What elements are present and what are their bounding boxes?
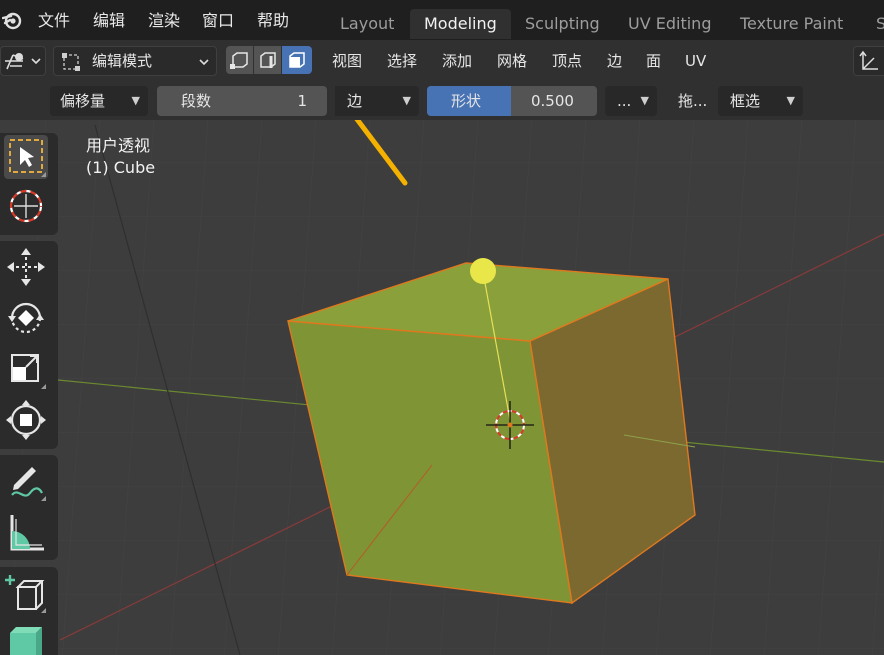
- more-label: ...: [617, 92, 632, 110]
- tab-sculpting[interactable]: Sculpting: [511, 9, 614, 39]
- chevron-down-icon: ▼: [640, 94, 649, 107]
- menu-window[interactable]: 窗口: [202, 0, 234, 40]
- move-tool[interactable]: [4, 245, 48, 289]
- vertex-select-button[interactable]: [226, 46, 253, 74]
- rotate-tool[interactable]: [4, 296, 48, 340]
- orientation-icon: [859, 50, 878, 70]
- view-name-label: 用户透视: [86, 136, 151, 155]
- rotate-icon: [8, 302, 44, 334]
- extrude-tool[interactable]: [4, 623, 48, 655]
- menu-uv[interactable]: UV: [685, 40, 706, 82]
- affect-dropdown[interactable]: 边 ▼: [335, 86, 419, 116]
- annotate-tool[interactable]: [4, 459, 48, 503]
- segments-value: 1: [297, 92, 307, 110]
- profile-label: 形状: [451, 92, 482, 110]
- toolbar-transform-group: [0, 241, 58, 449]
- drag-label[interactable]: 拖...: [678, 86, 707, 116]
- move-icon: [7, 248, 45, 286]
- object-name-label: (1) Cube: [86, 158, 156, 177]
- affect-label: 边: [347, 92, 363, 110]
- width-type-dropdown[interactable]: 偏移量 ▼: [50, 86, 148, 116]
- edit-mode-icon: [62, 53, 80, 71]
- more-options-dropdown[interactable]: ... ▼: [605, 86, 657, 116]
- menu-vertex[interactable]: 顶点: [552, 40, 582, 82]
- menu-add[interactable]: 添加: [442, 40, 472, 82]
- tab-uv-editing[interactable]: UV Editing: [614, 9, 725, 39]
- chevron-down-icon: ▼: [402, 94, 411, 107]
- menu-face[interactable]: 面: [646, 40, 661, 82]
- select-box-label: 框选: [730, 92, 761, 110]
- menu-view[interactable]: 视图: [332, 40, 362, 82]
- edge-select-button[interactable]: [254, 46, 281, 74]
- menu-help[interactable]: 帮助: [257, 0, 289, 40]
- extrude-icon: [10, 627, 42, 655]
- mode-label: 编辑模式: [92, 52, 153, 70]
- chevron-down-icon: [199, 59, 209, 66]
- profile-value: 0.500: [531, 92, 574, 110]
- measure-tool[interactable]: [4, 511, 48, 555]
- scale-tool[interactable]: [4, 347, 48, 391]
- cursor-icon: [9, 189, 43, 223]
- blender-logo-icon[interactable]: [2, 10, 22, 30]
- segments-field[interactable]: 段数 1: [157, 86, 327, 116]
- menu-render[interactable]: 渲染: [148, 0, 180, 40]
- face-select-button[interactable]: [282, 46, 312, 74]
- select-box-dropdown[interactable]: 框选 ▼: [718, 86, 803, 116]
- add-cube-tool[interactable]: [4, 571, 48, 615]
- tab-modeling[interactable]: Modeling: [410, 9, 511, 39]
- 3d-viewport[interactable]: 用户透视 (1) Cube: [0, 120, 884, 655]
- viewport-header: 编辑模式 视图 选择 添加 网格 顶点 边 面 UV: [0, 40, 884, 82]
- top-menu-bar: 文件 编辑 渲染 窗口 帮助 Layout Modeling Sculpting…: [0, 0, 884, 40]
- tab-texture-paint[interactable]: Texture Paint: [726, 9, 857, 39]
- transform-icon: [6, 400, 46, 440]
- segments-label: 段数: [181, 92, 212, 110]
- cursor-tool[interactable]: [4, 184, 48, 228]
- cube-mesh: [287, 262, 696, 605]
- chevron-down-icon: ▼: [786, 94, 795, 107]
- toolbar-annotate-group: [0, 455, 58, 560]
- tab-shading[interactable]: S: [862, 9, 884, 39]
- mode-dropdown[interactable]: 编辑模式: [53, 46, 217, 76]
- menu-file[interactable]: 文件: [38, 0, 70, 40]
- tool-settings-bar: 偏移量 ▼ 段数 1 边 ▼ 形状 0.500 ... ▼ 拖... 框选 ▼: [0, 82, 884, 120]
- width-type-label: 偏移量: [60, 92, 106, 110]
- toolbar-add-group: [0, 567, 58, 655]
- viewport-scene: [0, 120, 884, 655]
- light-sphere: [470, 258, 496, 284]
- chevron-down-icon: ▼: [131, 94, 140, 107]
- profile-shape-field[interactable]: 形状 0.500: [427, 86, 597, 116]
- menu-select[interactable]: 选择: [387, 40, 417, 82]
- select-box-tool[interactable]: [4, 135, 48, 179]
- editor-type-dropdown[interactable]: [0, 46, 46, 76]
- measure-icon: [10, 515, 44, 551]
- menu-edit[interactable]: 编辑: [93, 0, 125, 40]
- transform-tool[interactable]: [4, 398, 48, 442]
- toolbar-select-group: [0, 133, 58, 235]
- menu-mesh[interactable]: 网格: [497, 40, 527, 82]
- tab-layout[interactable]: Layout: [326, 9, 408, 39]
- transform-orientation-button[interactable]: [853, 46, 884, 76]
- menu-edge[interactable]: 边: [607, 40, 622, 82]
